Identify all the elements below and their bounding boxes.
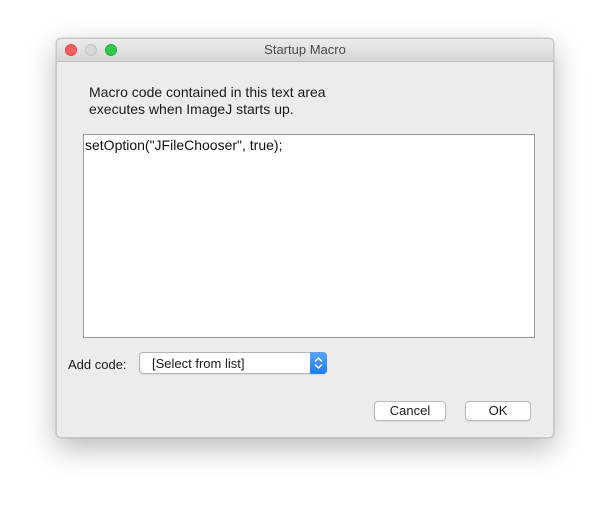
ok-button[interactable]: OK xyxy=(465,401,531,421)
cancel-button[interactable]: Cancel xyxy=(374,401,446,421)
description-line-1: Macro code contained in this text area xyxy=(89,84,326,100)
add-code-label: Add code: xyxy=(68,357,127,372)
up-down-chevron-icon xyxy=(310,352,327,374)
add-code-selected-value: [Select from list] xyxy=(152,356,245,371)
description-text: Macro code contained in this text area e… xyxy=(89,84,326,118)
title-bar[interactable]: Startup Macro xyxy=(57,39,553,62)
window-title: Startup Macro xyxy=(264,42,346,57)
description-line-2: executes when ImageJ starts up. xyxy=(89,101,294,117)
macro-code-textarea[interactable]: setOption("JFileChooser", true); xyxy=(83,134,535,338)
add-code-select[interactable]: [Select from list] xyxy=(139,352,327,374)
startup-macro-dialog: Startup Macro Macro code contained in th… xyxy=(56,38,554,438)
